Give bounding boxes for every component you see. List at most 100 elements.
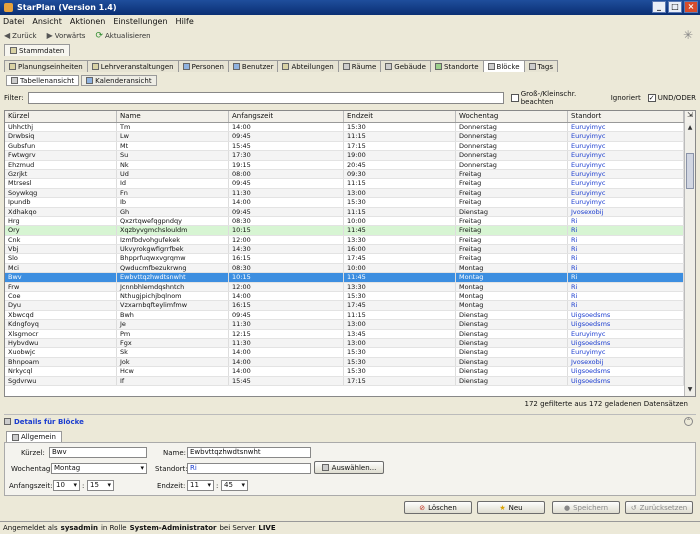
- table-row[interactable]: Ipundb Ib 14:00 15:30 Freitag Euruyimyc: [5, 198, 684, 208]
- tab-planungseinheiten[interactable]: Planungseinheiten: [4, 60, 88, 72]
- table-scrollbar[interactable]: ▲ ▼: [684, 123, 695, 396]
- table-cell: Ukvyrokgwfigrrfbek: [117, 245, 229, 254]
- table-row[interactable]: Frw Jcnnbhlemdqshntch 12:00 13:30 Montag Ri: [5, 282, 684, 293]
- table-cell: Hrg: [5, 216, 117, 226]
- chevron-down-icon: ▾: [207, 481, 211, 489]
- col-standort[interactable]: Standort: [568, 111, 684, 122]
- table-icon: [11, 77, 18, 84]
- table-cell: Dienstag: [456, 310, 568, 320]
- filter-input[interactable]: [27, 91, 504, 104]
- refresh-button[interactable]: ⟳ Aktualisieren: [95, 31, 150, 41]
- menu-einstellungen[interactable]: Einstellungen: [113, 17, 167, 26]
- scroll-up-icon[interactable]: ▲: [686, 124, 694, 133]
- menu-hilfe[interactable]: Hilfe: [176, 17, 194, 26]
- name-field[interactable]: Ewbvttqzhwdtsnwht: [187, 447, 311, 458]
- delete-button[interactable]: ⊘ Löschen: [404, 501, 472, 514]
- column-chooser-icon[interactable]: ⇲: [684, 111, 695, 123]
- reset-button[interactable]: ↺ Zurücksetzen: [625, 501, 693, 514]
- table-row[interactable]: Soywkqg Fn 11:30 13:00 Freitag Euruyimyc: [5, 188, 684, 199]
- col-kurzel[interactable]: Kürzel: [5, 111, 117, 122]
- table-row[interactable]: Gzrjkt Ud 08:00 09:30 Freitag Euruyimyc: [5, 169, 684, 180]
- tab-benutzer[interactable]: Benutzer: [227, 60, 279, 72]
- table-row[interactable]: Hybvdwu Fgx 11:30 13:00 Dienstag Uigsoedsms: [5, 338, 684, 349]
- col-name[interactable]: Name: [117, 111, 229, 122]
- end-minute-select[interactable]: 45 ▾: [221, 480, 248, 491]
- table-cell: 09:45: [229, 179, 344, 188]
- end-hour-select[interactable]: 11 ▾: [187, 480, 214, 491]
- table-cell: Gh: [117, 207, 229, 216]
- chevron-down-icon: ▾: [140, 464, 144, 472]
- tab-abteilungen[interactable]: Abteilungen: [277, 60, 339, 72]
- scroll-down-icon[interactable]: ▼: [686, 386, 694, 395]
- tab-calendar-view[interactable]: Kalenderansicht: [81, 75, 157, 86]
- table-row[interactable]: Nrkycql Hcw 14:00 15:30 Dienstag Uigsoedsms: [5, 367, 684, 377]
- col-anfangszeit[interactable]: Anfangszeit: [229, 111, 344, 122]
- table-row[interactable]: Coe Nthugjpichjbqlnom 14:00 15:30 Montag Ri: [5, 292, 684, 302]
- table-cell: Ri: [568, 226, 684, 235]
- back-button[interactable]: ◀ Zurück: [4, 31, 37, 40]
- table-row[interactable]: Gubsfun Mt 15:45 17:15 Donnerstag Euruyimyc: [5, 141, 684, 152]
- standort-field[interactable]: Ri: [187, 463, 311, 474]
- table-cell: 14:00: [229, 292, 344, 301]
- table-row[interactable]: Xuobwjc Sk 14:00 15:30 Dienstag Euruyimyc: [5, 348, 684, 358]
- case-sensitive-checkbox[interactable]: Groß-/Kleinschr. beachten Ignoriert: [510, 90, 641, 106]
- kurzel-field[interactable]: Bwv: [49, 447, 147, 458]
- tab-table-view[interactable]: Tabellenansicht: [6, 75, 80, 86]
- table-cell: Euruyimyc: [568, 132, 684, 141]
- tab-standorte[interactable]: Standorte: [429, 60, 484, 72]
- forward-button[interactable]: ▶ Vorwärts: [47, 31, 86, 40]
- and-or-checkbox[interactable]: ✓ UND/ODER: [647, 93, 696, 102]
- table-cell: 13:00: [344, 338, 456, 348]
- maximize-button[interactable]: □: [668, 1, 682, 13]
- menu-ansicht[interactable]: Ansicht: [32, 17, 62, 26]
- table-row[interactable]: Bwv Ewbvttqzhwdtsnwht 10:15 11:45 Montag Ri: [5, 273, 684, 283]
- table-row[interactable]: Sgdvrwu If 15:45 17:15 Dienstag Uigsoedsms: [5, 376, 684, 386]
- minimize-button[interactable]: _: [652, 1, 666, 13]
- table-cell: Freitag: [456, 169, 568, 179]
- table-row[interactable]: Bhnpoam Jok 14:00 15:30 Dienstag Jvosexobij: [5, 357, 684, 368]
- table-row[interactable]: Drwbsiq Lw 09:45 11:15 Donnerstag Euruyimyc: [5, 132, 684, 142]
- tab-lehrveranstaltungen[interactable]: Lehrveranstaltungen: [86, 60, 179, 72]
- save-button[interactable]: ● Speichern: [552, 501, 620, 514]
- table-row[interactable]: Xbwcqd Bwh 09:45 11:15 Dienstag Uigsoedsms: [5, 310, 684, 321]
- start-hour-select[interactable]: 10 ▾: [53, 480, 80, 491]
- table-row[interactable]: Ory Xqzbyvgmchslouldm 10:15 11:45 Freitag Ri: [5, 226, 684, 236]
- menu-datei[interactable]: Datei: [3, 17, 24, 26]
- table-row[interactable]: Ehzmud Nk 19:15 20:45 Donnerstag Euruyimyc: [5, 160, 684, 170]
- table-cell: Euruyimyc: [568, 179, 684, 188]
- tab-tags[interactable]: Tags: [523, 60, 559, 72]
- tab-personen[interactable]: Personen: [177, 60, 229, 72]
- table-row[interactable]: Mci Qwducmfbezukrwng 08:30 10:00 Montag Ri: [5, 263, 684, 274]
- table-row[interactable]: Mtrsesl Id 09:45 11:15 Freitag Euruyimyc: [5, 179, 684, 189]
- col-endzeit[interactable]: Endzeit: [344, 111, 456, 122]
- table-row[interactable]: Dyu Vzxarnbqfteylimfmw 16:15 17:45 Montag Ri: [5, 301, 684, 311]
- table-row[interactable]: Fwtwgrv Su 17:30 19:00 Donnerstag Euruyimyc: [5, 151, 684, 161]
- table-row[interactable]: Cnk Izmfbdvohgufekek 12:00 13:30 Freitag Ri: [5, 235, 684, 246]
- table-row[interactable]: Vbj Ukvyrokgwfigrrfbek 14:30 16:00 Freitag Ri: [5, 245, 684, 255]
- tab-gebaeude[interactable]: Gebäude: [380, 60, 431, 72]
- table-cell: 13:30: [344, 282, 456, 292]
- tab-allgemein[interactable]: Allgemein: [6, 431, 62, 442]
- table-cell: Ri: [568, 216, 684, 226]
- scroll-thumb[interactable]: [686, 153, 694, 189]
- table-row[interactable]: Xlsgmocr Pm 12:15 13:45 Dienstag Euruyimyc: [5, 329, 684, 339]
- collapse-icon[interactable]: ⌃: [684, 417, 693, 426]
- table-row[interactable]: Kdngfoyq Je 11:30 13:00 Dienstag Uigsoedsms: [5, 320, 684, 330]
- tab-bloecke[interactable]: Blöcke: [482, 60, 525, 72]
- details-tab-bar: Allgemein: [6, 431, 62, 442]
- table-row[interactable]: Xdhakqo Gh 09:45 11:15 Dienstag Jvosexobij: [5, 207, 684, 217]
- col-wochentag[interactable]: Wochentag: [456, 111, 568, 122]
- start-minute-select[interactable]: 15 ▾: [87, 480, 114, 491]
- chevron-down-icon: ▾: [241, 481, 245, 489]
- new-button[interactable]: ★ Neu: [477, 501, 545, 514]
- table-cell: Slo: [5, 254, 117, 263]
- close-button[interactable]: ×: [684, 1, 698, 13]
- choose-location-button[interactable]: Auswählen...: [314, 461, 384, 474]
- table-row[interactable]: Slo Bhpprfuqwxvgrqmw 16:15 17:45 Freitag Ri: [5, 254, 684, 264]
- menu-aktionen[interactable]: Aktionen: [70, 17, 105, 26]
- tab-stammdaten[interactable]: Stammdaten: [4, 44, 71, 56]
- table-row[interactable]: Hrg Qxzrtqwefqgpndqy 08:30 10:00 Freitag Ri: [5, 216, 684, 227]
- table-row[interactable]: Uhhcthj Tm 14:00 15:30 Donnerstag Euruyimyc: [5, 123, 684, 133]
- tab-raeume[interactable]: Räume: [337, 60, 382, 72]
- wochentag-select[interactable]: Montag ▾: [51, 463, 147, 474]
